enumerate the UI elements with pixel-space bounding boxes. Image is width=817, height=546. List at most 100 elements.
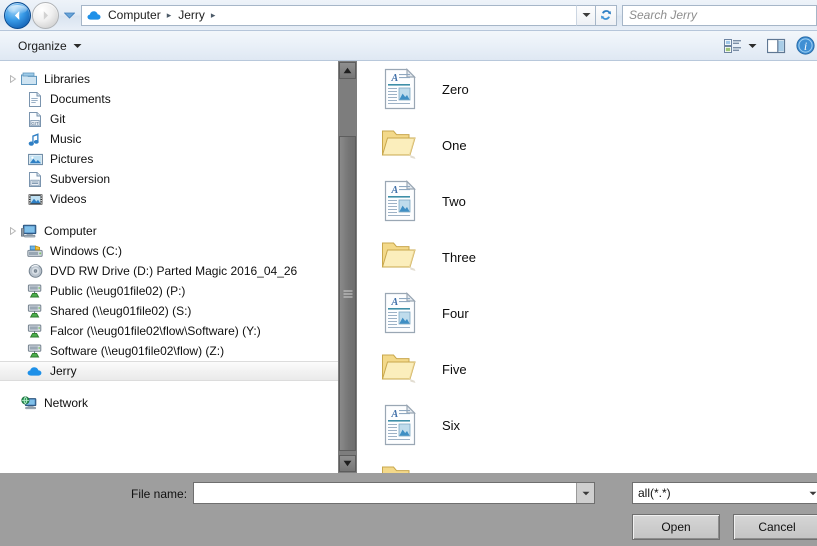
dialog-buttons: Open Cancel bbox=[0, 514, 817, 542]
sidebar-item-videos[interactable]: Videos bbox=[0, 189, 338, 209]
forward-arrow-icon bbox=[43, 10, 48, 20]
tree-label: Network bbox=[44, 396, 89, 410]
breadcrumb-computer[interactable]: Computer bbox=[106, 8, 163, 22]
list-item[interactable]: Five bbox=[357, 341, 817, 397]
breadcrumb-separator-icon-2[interactable]: ▸ bbox=[207, 10, 221, 20]
scroll-down-arrow-icon[interactable] bbox=[339, 455, 356, 472]
sidebar-item-git[interactable]: GIT Git bbox=[0, 109, 338, 129]
file-type-dropdown-button[interactable] bbox=[804, 483, 817, 503]
help-button[interactable]: i bbox=[796, 36, 815, 55]
network-drive-icon bbox=[26, 344, 44, 358]
svg-text:GIT: GIT bbox=[31, 120, 39, 125]
folder-icon bbox=[380, 346, 420, 392]
search-input[interactable]: Search Jerry bbox=[629, 8, 697, 22]
change-view-button[interactable] bbox=[724, 38, 757, 54]
svg-text:i: i bbox=[804, 39, 807, 53]
filename-input[interactable] bbox=[193, 482, 595, 504]
file-name-label: Two bbox=[442, 193, 466, 209]
navigation-pane-scrollbar[interactable] bbox=[338, 61, 357, 473]
scroll-up-arrow-icon[interactable] bbox=[339, 62, 356, 79]
open-button-label: Open bbox=[661, 520, 691, 534]
sidebar-item-shared-s[interactable]: Shared (\\eug01file02) (S:) bbox=[0, 301, 338, 321]
list-item[interactable] bbox=[357, 453, 817, 473]
subversion-library-icon bbox=[26, 171, 44, 187]
svg-text:A: A bbox=[391, 73, 399, 84]
breadcrumb-separator-icon[interactable]: ▸ bbox=[163, 10, 177, 20]
sidebar-item-public-p[interactable]: Public (\\eug01file02) (P:) bbox=[0, 281, 338, 301]
tree-label: DVD RW Drive (D:) Parted Magic 2016_04_2… bbox=[50, 264, 298, 278]
cancel-button-label: Cancel bbox=[758, 520, 796, 534]
file-name-label: Four bbox=[442, 305, 469, 321]
list-item[interactable]: A Six bbox=[357, 397, 817, 453]
address-bar-row: Computer ▸ Jerry ▸ Search Jerry bbox=[0, 0, 817, 31]
sidebar-item-documents[interactable]: Documents bbox=[0, 89, 338, 109]
sidebar-item-dvd-drive-d[interactable]: DVD RW Drive (D:) Parted Magic 2016_04_2… bbox=[0, 261, 338, 281]
folder-icon bbox=[380, 458, 420, 473]
tree-group-libraries[interactable]: Libraries bbox=[0, 69, 338, 89]
network-drive-icon bbox=[26, 304, 44, 318]
list-item[interactable]: A Zero bbox=[357, 61, 817, 117]
list-item[interactable]: A Four bbox=[357, 285, 817, 341]
expand-toggle-icon[interactable] bbox=[6, 221, 20, 241]
folder-tree: Libraries Documents GIT Git Music Pictur… bbox=[0, 61, 338, 413]
filename-dropdown-button[interactable] bbox=[576, 483, 594, 503]
address-history-dropdown[interactable] bbox=[576, 4, 596, 26]
list-item[interactable]: A Two bbox=[357, 173, 817, 229]
toolbar-right-controls: i bbox=[724, 36, 817, 55]
music-note-icon bbox=[26, 132, 44, 147]
back-arrow-icon bbox=[15, 10, 20, 20]
chevron-down-icon bbox=[748, 43, 757, 48]
chevron-down-icon bbox=[582, 13, 590, 17]
preview-pane-icon bbox=[767, 38, 786, 53]
folder-icon bbox=[380, 234, 420, 280]
history-dropdown-button[interactable] bbox=[62, 5, 76, 25]
breadcrumb-jerry[interactable]: Jerry bbox=[176, 8, 207, 22]
back-button[interactable] bbox=[4, 1, 31, 29]
file-list-pane[interactable]: A Zero One A Two Three A Four Five A Six bbox=[357, 61, 817, 473]
expand-toggle-icon[interactable] bbox=[6, 69, 20, 89]
organize-button[interactable]: Organize bbox=[18, 39, 82, 53]
chevron-down-icon bbox=[73, 43, 82, 48]
help-icon: i bbox=[796, 36, 815, 55]
organize-label: Organize bbox=[18, 38, 67, 53]
refresh-button[interactable] bbox=[596, 4, 617, 26]
cancel-button[interactable]: Cancel bbox=[733, 514, 817, 540]
forward-button[interactable] bbox=[32, 1, 59, 29]
open-button[interactable]: Open bbox=[632, 514, 720, 540]
address-bar[interactable]: Computer ▸ Jerry ▸ bbox=[81, 4, 576, 26]
videos-library-icon bbox=[26, 193, 44, 206]
file-type-filter[interactable]: all(*.*) bbox=[632, 482, 817, 504]
preview-pane-button[interactable] bbox=[767, 38, 786, 54]
dialog-footer: File name: all(*.*) Open Cancel bbox=[0, 473, 817, 546]
sidebar-item-subversion[interactable]: Subversion bbox=[0, 169, 338, 189]
expand-toggle-icon[interactable] bbox=[6, 393, 20, 413]
sidebar-item-pictures[interactable]: Pictures bbox=[0, 149, 338, 169]
chevron-down-icon bbox=[809, 491, 816, 495]
tree-label: Windows (C:) bbox=[50, 244, 123, 258]
sidebar-item-software-z[interactable]: Software (\\eug01file02\flow) (Z:) bbox=[0, 341, 338, 361]
sidebar-item-jerry[interactable]: Jerry bbox=[0, 361, 338, 381]
tree-group-computer[interactable]: Computer bbox=[0, 221, 338, 241]
navigation-pane[interactable]: Libraries Documents GIT Git Music Pictur… bbox=[0, 61, 338, 473]
hard-drive-icon bbox=[26, 244, 44, 258]
pictures-library-icon bbox=[26, 153, 44, 166]
search-box[interactable]: Search Jerry bbox=[622, 4, 817, 26]
sidebar-item-falcor-y[interactable]: Falcor (\\eug01file02\flow\Software) (Y:… bbox=[0, 321, 338, 341]
cloud-icon bbox=[87, 10, 102, 21]
toolbar: Organize i bbox=[0, 31, 817, 61]
scrollbar-thumb[interactable] bbox=[339, 136, 356, 451]
sidebar-item-windows-c[interactable]: Windows (C:) bbox=[0, 241, 338, 261]
tree-label: Music bbox=[50, 132, 82, 146]
folder-icon bbox=[380, 122, 420, 168]
list-item[interactable]: Three bbox=[357, 229, 817, 285]
optical-drive-icon bbox=[26, 264, 44, 278]
tree-label: Libraries bbox=[44, 72, 91, 86]
sidebar-item-music[interactable]: Music bbox=[0, 129, 338, 149]
svg-text:A: A bbox=[391, 297, 399, 308]
refresh-icon bbox=[601, 10, 611, 20]
document-icon: A bbox=[380, 290, 420, 336]
list-item[interactable]: One bbox=[357, 117, 817, 173]
chevron-down-icon bbox=[582, 491, 589, 495]
tree-group-network[interactable]: Network bbox=[0, 393, 338, 413]
